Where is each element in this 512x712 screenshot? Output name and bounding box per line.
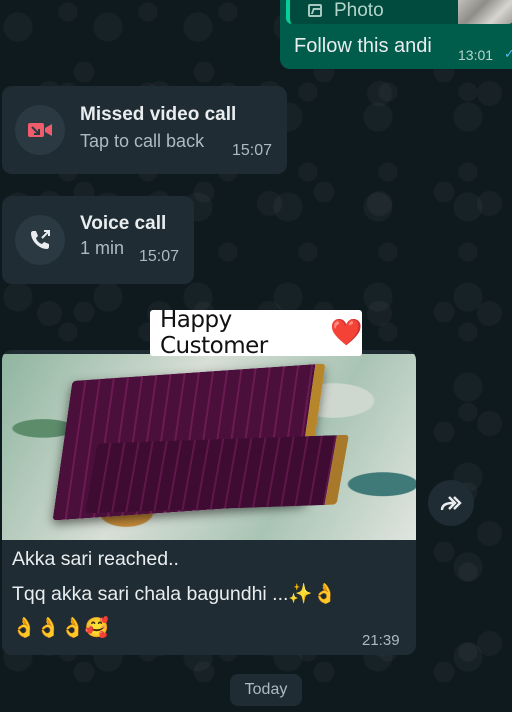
forward-button[interactable] <box>428 480 474 526</box>
message-line-3: 👌👌👌🥰 <box>12 617 110 639</box>
message-time: 13:01 <box>458 47 494 63</box>
heart-emoji: ❤️ <box>330 318 362 348</box>
quoted-label: Photo <box>334 0 384 21</box>
call-title: Missed video call <box>80 104 237 125</box>
call-title: Voice call <box>80 213 167 234</box>
date-divider: Today <box>230 674 302 706</box>
read-ticks-icon: ✓✓ <box>504 46 512 61</box>
call-time: 15:07 <box>139 248 180 265</box>
forward-icon <box>440 496 462 511</box>
message-line-2: Tqq akka sari chala bagundhi ...✨👌 <box>12 583 337 605</box>
message-line-1: Akka sari reached.. <box>12 548 179 570</box>
outgoing-message-text: Follow this andi <box>294 35 432 57</box>
outgoing-call-icon <box>15 215 65 265</box>
photo-icon <box>308 4 322 17</box>
quoted-photo-thumbnail <box>458 0 512 24</box>
saree-photo[interactable] <box>2 354 416 540</box>
call-subtitle: Tap to call back <box>80 131 205 151</box>
call-subtitle: 1 min <box>80 238 125 258</box>
happy-customer-label: Happy Customer ❤️ <box>150 307 362 359</box>
incoming-image-message[interactable]: Akka sari reached.. Tqq akka sari chala … <box>2 350 416 655</box>
saree-fold-bottom <box>84 434 350 514</box>
tag-text: Happy Customer <box>160 307 268 359</box>
call-time: 15:07 <box>232 142 273 159</box>
missed-video-call-card[interactable]: Missed video call Tap to call back 15:07 <box>2 86 287 174</box>
missed-video-call-icon <box>15 105 65 155</box>
quoted-photo-reply[interactable]: Photo <box>286 0 512 24</box>
voice-call-card[interactable]: Voice call 1 min 15:07 <box>2 196 194 284</box>
message-time: 21:39 <box>362 632 400 649</box>
outgoing-message-bubble[interactable]: Photo Follow this andi 13:01 ✓✓ <box>280 0 512 69</box>
date-divider-label: Today <box>244 681 288 698</box>
